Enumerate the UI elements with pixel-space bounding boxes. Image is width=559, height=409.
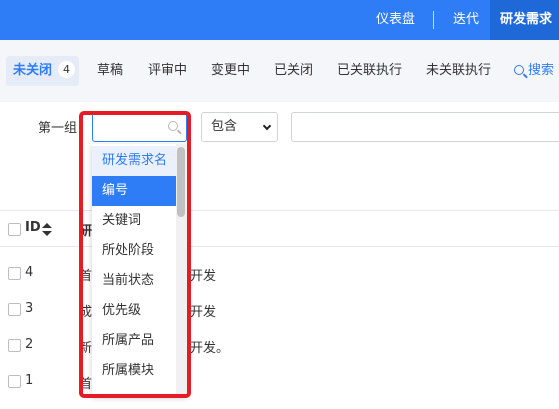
dropdown-option[interactable]: 所属模块: [92, 356, 178, 386]
nav-iteration[interactable]: 迭代: [453, 0, 479, 40]
table-header: ID 研: [0, 211, 559, 247]
tab-unclosed-count: 4: [58, 61, 76, 78]
row-name-tail: 开发: [190, 269, 217, 284]
dropdown-option[interactable]: 编号: [92, 176, 178, 206]
tab-draft[interactable]: 草稿: [97, 56, 123, 86]
requirements-table: ID 研 4 首 开发 3 成 开发 2 新 开发。 1 首: [0, 210, 559, 409]
tab-unclosed-label: 未关闭: [13, 63, 53, 78]
tab-closed[interactable]: 已关闭: [274, 56, 313, 86]
row-id: 2: [25, 337, 34, 352]
dropdown-option[interactable]: 所属产品: [92, 326, 178, 356]
top-nav-bar: 仪表盘 迭代 研发需求: [0, 0, 559, 40]
row-id: 4: [25, 265, 34, 280]
operator-value: 包含: [211, 119, 238, 134]
search-icon: [514, 65, 524, 75]
tab-search-label: 搜索: [528, 63, 555, 78]
table-row[interactable]: 4 首 开发: [0, 255, 559, 291]
chevron-down-icon: [262, 121, 272, 131]
field-select-input[interactable]: [92, 112, 187, 142]
row-checkbox[interactable]: [8, 303, 21, 316]
row-id: 3: [25, 301, 34, 316]
row-name-tail: 开发: [190, 305, 217, 320]
row-checkbox[interactable]: [8, 267, 21, 280]
row-name-tail: 开发。: [190, 341, 230, 356]
field-dropdown: 研发需求名 编号 关键词 所处阶段 当前状态 优先级 所属产品 所属模块: [92, 144, 187, 396]
tab-linked-execution[interactable]: 已关联执行: [337, 56, 402, 86]
row-checkbox[interactable]: [8, 339, 21, 352]
tab-unlinked-execution[interactable]: 未关联执行: [426, 56, 491, 86]
value-input[interactable]: [291, 112, 559, 142]
nav-divider: [433, 11, 434, 29]
sort-icon[interactable]: [42, 223, 52, 237]
table-row[interactable]: 3 成 开发: [0, 291, 559, 327]
dropdown-option[interactable]: 当前状态: [92, 266, 178, 296]
dropdown-option[interactable]: 研发需求名: [92, 146, 178, 176]
header-id[interactable]: ID: [25, 220, 41, 235]
tab-unclosed[interactable]: 未关闭 4: [6, 56, 79, 86]
table-row[interactable]: 1 首: [0, 363, 559, 399]
group-label: 第一组: [38, 121, 78, 136]
dropdown-scrollbar-thumb[interactable]: [177, 147, 185, 217]
select-all-checkbox[interactable]: [8, 223, 21, 236]
tab-search[interactable]: 搜索: [514, 56, 554, 86]
header-name[interactable]: 研: [79, 220, 93, 239]
tab-reviewing[interactable]: 评审中: [148, 56, 187, 86]
dropdown-option[interactable]: 所处阶段: [92, 236, 178, 266]
nav-requirements[interactable]: 研发需求: [490, 0, 559, 40]
search-icon: [168, 121, 178, 131]
table-row[interactable]: 2 新 开发。: [0, 327, 559, 363]
operator-select[interactable]: 包含: [201, 112, 278, 142]
dropdown-option[interactable]: 关键词: [92, 206, 178, 236]
nav-dashboard[interactable]: 仪表盘: [376, 0, 415, 40]
status-tab-bar: 未关闭 4 草稿 评审中 变更中 已关闭 已关联执行 未关联执行 搜索: [0, 40, 559, 102]
row-id: 1: [25, 373, 34, 388]
search-form: 第一组 包含: [0, 102, 559, 210]
tab-changing[interactable]: 变更中: [211, 56, 250, 86]
dropdown-option[interactable]: 优先级: [92, 296, 178, 326]
row-checkbox[interactable]: [8, 375, 21, 388]
